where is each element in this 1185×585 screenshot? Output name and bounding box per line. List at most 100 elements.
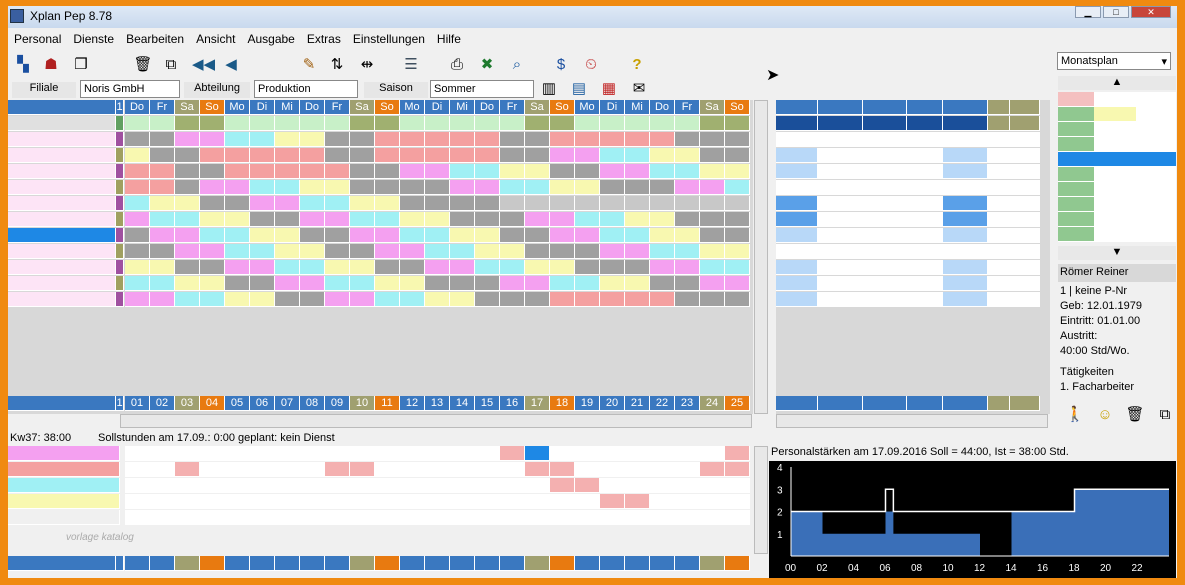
day-header[interactable]: 11 — [375, 396, 400, 411]
shift-count-cell[interactable] — [350, 494, 375, 509]
copy-icon[interactable]: ❐ — [70, 54, 92, 76]
shift-count-cell[interactable] — [375, 478, 400, 493]
shift-cell[interactable] — [175, 212, 200, 227]
shift-count-cell[interactable] — [400, 510, 425, 525]
shift-cell[interactable] — [175, 164, 200, 179]
shift-count-cell[interactable] — [200, 446, 225, 461]
shift-count-cell[interactable] — [175, 510, 200, 525]
shift-cell[interactable] — [650, 164, 675, 179]
shift-cell[interactable] — [250, 164, 275, 179]
shift-count-cell[interactable] — [350, 446, 375, 461]
shift-cell[interactable] — [250, 132, 275, 147]
shift-cell[interactable] — [650, 180, 675, 195]
shift-count-cell[interactable] — [225, 462, 250, 477]
shift-count-cell[interactable] — [675, 462, 700, 477]
shift-cell[interactable] — [675, 148, 700, 163]
shift-count-cell[interactable] — [275, 510, 300, 525]
clock-icon[interactable]: ⏲ — [580, 54, 602, 76]
shift-count-cell[interactable] — [225, 510, 250, 525]
shift-cell[interactable] — [700, 228, 725, 243]
shift-count-cell[interactable] — [350, 510, 375, 525]
people-icon[interactable]: ☗ — [40, 54, 62, 76]
shift-cell[interactable] — [300, 244, 325, 259]
day-footer[interactable] — [725, 556, 750, 571]
shift-cell[interactable] — [350, 212, 375, 227]
menu-bearbeiten[interactable]: Bearbeiten — [120, 30, 190, 48]
shift-cell[interactable] — [200, 276, 225, 291]
month-row[interactable] — [1058, 152, 1176, 167]
day-header[interactable]: 14 — [450, 396, 475, 411]
shift-count-cell[interactable] — [725, 462, 750, 477]
menu-ausgabe[interactable]: Ausgabe — [241, 30, 300, 48]
shift-count-cell[interactable] — [525, 446, 550, 461]
shift-cell[interactable] — [425, 276, 450, 291]
shift-count-cell[interactable] — [650, 478, 675, 493]
day-footer[interactable] — [475, 556, 500, 571]
shift-cell[interactable] — [550, 196, 575, 211]
shift-cell[interactable] — [350, 148, 375, 163]
shift-cell[interactable] — [200, 244, 225, 259]
shift-cell[interactable] — [300, 180, 325, 195]
shift-cell[interactable] — [450, 164, 475, 179]
day-header[interactable]: Do — [300, 100, 325, 115]
shift-cell[interactable] — [200, 228, 225, 243]
employee-name[interactable] — [8, 228, 116, 243]
shift-count-cell[interactable] — [275, 462, 300, 477]
plan-horizontal-scrollbar[interactable] — [120, 414, 752, 428]
day-footer[interactable] — [250, 556, 275, 571]
shift-count-cell[interactable] — [300, 494, 325, 509]
maximize-button[interactable]: □ — [1103, 6, 1129, 18]
month-row[interactable] — [1058, 137, 1176, 152]
shift-cell[interactable] — [400, 276, 425, 291]
shift-cell[interactable] — [400, 164, 425, 179]
shift-cell[interactable] — [475, 180, 500, 195]
shift-cell[interactable] — [250, 292, 275, 307]
shift-cell[interactable] — [650, 228, 675, 243]
shift-count-cell[interactable] — [725, 446, 750, 461]
shift-count-cell[interactable] — [400, 446, 425, 461]
shift-count-cell[interactable] — [550, 494, 575, 509]
shift-cell[interactable] — [725, 212, 750, 227]
shift-count-cell[interactable] — [600, 446, 625, 461]
shift-cell[interactable] — [275, 292, 300, 307]
shift-count-cell[interactable] — [675, 446, 700, 461]
day-header[interactable]: 02 — [150, 396, 175, 411]
shift-cell[interactable] — [250, 276, 275, 291]
shift-cell[interactable] — [375, 260, 400, 275]
grid-icon[interactable]: ▦ — [598, 78, 620, 100]
shift-cell[interactable] — [725, 244, 750, 259]
shift-cell[interactable] — [475, 212, 500, 227]
shift-count-cell[interactable] — [325, 478, 350, 493]
list-icon[interactable]: ☰ — [400, 54, 422, 76]
shift-cell[interactable] — [400, 244, 425, 259]
shift-cell[interactable] — [600, 164, 625, 179]
shift-count-cell[interactable] — [650, 494, 675, 509]
shift-cell[interactable] — [425, 180, 450, 195]
shift-cell[interactable] — [400, 132, 425, 147]
shift-cell[interactable] — [700, 164, 725, 179]
shift-cell[interactable] — [625, 276, 650, 291]
shift-cell[interactable] — [275, 244, 300, 259]
shift-cell[interactable] — [125, 196, 150, 211]
shift-cell[interactable] — [675, 212, 700, 227]
day-footer[interactable] — [675, 556, 700, 571]
shift-cell[interactable] — [175, 148, 200, 163]
shift-count-cell[interactable] — [225, 446, 250, 461]
shift-cell[interactable] — [650, 212, 675, 227]
shift-cell[interactable] — [150, 260, 175, 275]
day-header[interactable]: 20 — [600, 396, 625, 411]
shift-cell[interactable] — [400, 148, 425, 163]
day-header[interactable]: 23 — [675, 396, 700, 411]
day-header[interactable]: 21 — [625, 396, 650, 411]
shift-cell[interactable] — [550, 164, 575, 179]
shift-cell[interactable] — [525, 164, 550, 179]
shift-cell[interactable] — [325, 212, 350, 227]
shift-cell[interactable] — [200, 260, 225, 275]
shift-count-cell[interactable] — [225, 494, 250, 509]
shift-count-cell[interactable] — [275, 494, 300, 509]
day-header[interactable]: So — [550, 100, 575, 115]
shift-cell[interactable] — [450, 244, 475, 259]
day-header[interactable]: Do — [125, 100, 150, 115]
shift-count-cell[interactable] — [675, 510, 700, 525]
shift-cell[interactable] — [150, 244, 175, 259]
